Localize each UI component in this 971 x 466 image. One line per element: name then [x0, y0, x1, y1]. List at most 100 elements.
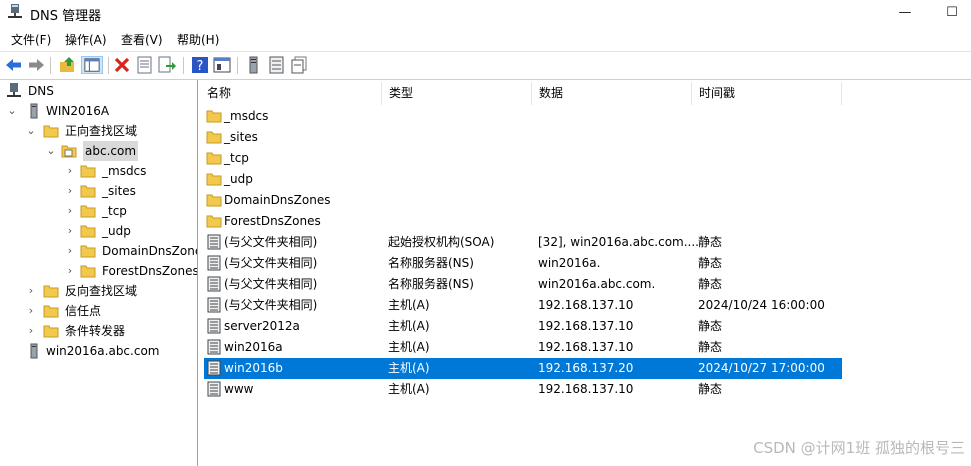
tree-label-forestdnszones: ForestDnsZones — [102, 264, 198, 278]
list-item-folder[interactable]: DomainDnsZones — [204, 190, 842, 211]
column-header-data[interactable]: 数据 — [532, 82, 692, 105]
tree-node-zone-abc[interactable]: ⌄ abc.com — [45, 141, 195, 161]
chevron-right-icon[interactable]: › — [64, 261, 76, 281]
export-list-icon[interactable] — [158, 56, 176, 74]
cell-timestamp: 静态 — [698, 382, 723, 396]
tree-node-domaindnszones[interactable]: › DomainDnsZones — [64, 241, 197, 261]
cell-timestamp: 静态 — [698, 340, 723, 354]
records-icon[interactable] — [290, 56, 308, 74]
table-row[interactable]: www 主机(A) 192.168.137.10 静态 — [204, 379, 842, 400]
menu-bar: 文件(F) 操作(A) 查看(V) 帮助(H) — [0, 28, 971, 50]
tree-label-tcp: _tcp — [102, 204, 127, 218]
list-item-folder[interactable]: _sites — [204, 127, 842, 148]
list-item-folder[interactable]: _msdcs — [204, 106, 842, 127]
tree-label-conditional-forwarders: 条件转发器 — [65, 324, 126, 338]
window-title: DNS 管理器 — [30, 9, 102, 24]
tree-node-forward-zones[interactable]: ⌄ 正向查找区域 — [25, 121, 195, 141]
menu-view[interactable]: 查看(V) — [121, 31, 163, 48]
tree-node-conditional-forwarders[interactable]: › 条件转发器 — [25, 321, 195, 341]
cell-data: 192.168.137.10 — [538, 382, 634, 396]
cell-name: DomainDnsZones — [224, 193, 331, 207]
column-header-name[interactable]: 名称 — [200, 82, 382, 105]
tree-label-other-server: win2016a.abc.com — [46, 344, 160, 358]
cell-data: 192.168.137.20 — [538, 361, 634, 375]
title-bar: DNS 管理器 — ☐ — [0, 0, 971, 26]
list-icon[interactable] — [268, 56, 286, 74]
list-item-folder[interactable]: ForestDnsZones — [204, 211, 842, 232]
forward-arrow-icon[interactable] — [27, 56, 45, 74]
up-folder-icon[interactable] — [59, 56, 77, 74]
svg-text:?: ? — [197, 59, 204, 74]
chevron-right-icon[interactable]: › — [64, 181, 76, 201]
show-hide-tree-icon[interactable] — [81, 56, 103, 74]
cell-type: 主机(A) — [388, 382, 430, 396]
tree-node-msdcs[interactable]: › _msdcs — [64, 161, 197, 181]
console-tree: DNS ⌄ WIN2016A ⌄ 正向查找区域 ⌄ abc.com › _msd… — [0, 80, 198, 466]
chevron-down-icon[interactable]: ⌄ — [25, 121, 37, 141]
table-row[interactable]: server2012a 主机(A) 192.168.137.10 静态 — [204, 316, 842, 337]
record-icon — [207, 381, 221, 397]
zone-icon — [61, 145, 77, 158]
table-row[interactable]: win2016a 主机(A) 192.168.137.10 静态 — [204, 337, 842, 358]
tree-label-sites: _sites — [102, 184, 136, 198]
server-icon[interactable] — [245, 56, 263, 74]
column-header-type[interactable]: 类型 — [382, 82, 532, 105]
record-icon — [207, 276, 221, 292]
console-view-icon[interactable] — [213, 56, 231, 74]
tree-label-dns: DNS — [28, 84, 54, 98]
tree-node-udp[interactable]: › _udp — [64, 221, 197, 241]
minimize-button[interactable]: — — [882, 0, 928, 26]
cell-timestamp: 静态 — [698, 235, 723, 249]
tree-node-server[interactable]: ⌄ WIN2016A — [6, 101, 196, 121]
table-row[interactable]: (与父文件夹相同) 主机(A) 192.168.137.10 2024/10/24 1… — [204, 295, 842, 316]
chevron-right-icon[interactable]: › — [25, 281, 37, 301]
menu-help[interactable]: 帮助(H) — [177, 31, 219, 48]
delete-icon[interactable] — [113, 56, 131, 74]
tree-node-tcp[interactable]: › _tcp — [64, 201, 197, 221]
help-icon[interactable]: ? — [191, 56, 209, 74]
folder-icon — [206, 110, 222, 123]
folder-icon — [206, 131, 222, 144]
tree-node-sites[interactable]: › _sites — [64, 181, 197, 201]
menu-action[interactable]: 操作(A) — [65, 31, 107, 48]
folder-icon — [80, 185, 96, 198]
tree-node-other-server[interactable]: win2016a.abc.com — [6, 341, 196, 361]
record-icon — [207, 339, 221, 355]
table-row[interactable]: (与父文件夹相同) 起始授权机构(SOA) [32], win2016a.abc.c… — [204, 232, 842, 253]
cell-type: 主机(A) — [388, 319, 430, 333]
folder-icon — [80, 245, 96, 258]
dns-root-icon — [7, 83, 21, 97]
table-row[interactable]: (与父文件夹相同) 名称服务器(NS) win2016a. 静态 — [204, 253, 842, 274]
cell-type: 主机(A) — [388, 340, 430, 354]
chevron-right-icon[interactable]: › — [25, 321, 37, 341]
menu-file[interactable]: 文件(F) — [11, 31, 51, 48]
cell-name: (与父文件夹相同) — [224, 298, 318, 312]
chevron-down-icon[interactable]: ⌄ — [6, 101, 18, 121]
cell-timestamp: 静态 — [698, 319, 723, 333]
chevron-right-icon[interactable]: › — [64, 201, 76, 221]
tree-node-forestdnszones[interactable]: › ForestDnsZones — [64, 261, 197, 281]
table-row[interactable]: win2016b 主机(A) 192.168.137.20 2024/10/27 17… — [204, 358, 842, 379]
cell-data: 192.168.137.10 — [538, 298, 634, 312]
list-item-folder[interactable]: _tcp — [204, 148, 842, 169]
cell-name: (与父文件夹相同) — [224, 256, 318, 270]
column-header-timestamp[interactable]: 时间戳 — [692, 82, 842, 105]
table-row[interactable]: (与父文件夹相同) 名称服务器(NS) win2016a.abc.com. 静态 — [204, 274, 842, 295]
chevron-right-icon[interactable]: › — [64, 221, 76, 241]
folder-icon — [80, 165, 96, 178]
folder-icon — [80, 225, 96, 238]
server-icon — [30, 343, 38, 359]
chevron-right-icon[interactable]: › — [64, 161, 76, 181]
tree-node-dns[interactable]: DNS — [6, 81, 196, 101]
tree-node-trust-points[interactable]: › 信任点 — [25, 301, 195, 321]
cell-name: _sites — [224, 130, 258, 144]
back-arrow-icon[interactable] — [5, 56, 23, 74]
cell-data: 192.168.137.10 — [538, 340, 634, 354]
tree-node-reverse-zones[interactable]: › 反向查找区域 — [25, 281, 195, 301]
chevron-down-icon[interactable]: ⌄ — [45, 141, 57, 161]
chevron-right-icon[interactable]: › — [25, 301, 37, 321]
properties-icon[interactable] — [136, 56, 154, 74]
chevron-right-icon[interactable]: › — [64, 241, 76, 261]
list-item-folder[interactable]: _udp — [204, 169, 842, 190]
maximize-button[interactable]: ☐ — [929, 0, 971, 26]
